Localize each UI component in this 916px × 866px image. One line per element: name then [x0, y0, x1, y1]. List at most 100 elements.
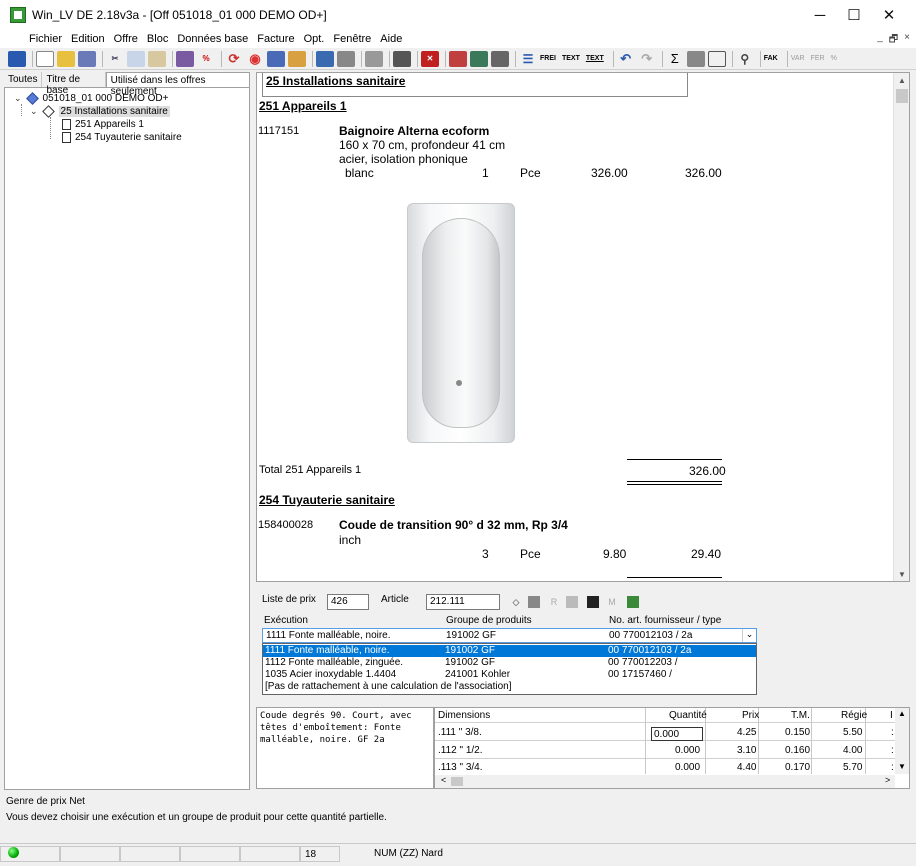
close-button[interactable]: ✕: [866, 0, 912, 30]
tree-node-leaf[interactable]: 251 Appareils 1: [62, 119, 144, 130]
chevron-down-icon[interactable]: ⌄: [742, 629, 756, 642]
tab-utilise-offres[interactable]: Utilisé dans les offres seulement: [105, 72, 250, 97]
grid-cell-editing[interactable]: 0.000: [651, 727, 703, 741]
frei-button[interactable]: FREI: [540, 55, 556, 62]
grid-cell[interactable]: 5.70: [843, 762, 862, 773]
copy-article-icon[interactable]: [566, 596, 578, 608]
fak-button[interactable]: FAK: [764, 55, 778, 62]
grid-cell[interactable]: 0.160: [785, 745, 810, 756]
menu-donnees-base[interactable]: Données base: [177, 33, 248, 45]
column-header-dimensions[interactable]: Dimensions: [438, 710, 490, 721]
grid-cell[interactable]: .112 " 1/2.: [438, 745, 483, 756]
save-article-icon[interactable]: [587, 596, 599, 608]
menu-offre[interactable]: Offre: [114, 33, 138, 45]
new-document-icon[interactable]: [36, 50, 54, 67]
grid-cell[interactable]: 4.40: [737, 762, 756, 773]
menu-edition[interactable]: Edition: [71, 33, 105, 45]
scroll-thumb[interactable]: [896, 89, 908, 103]
search-icon[interactable]: ⚲: [736, 51, 754, 67]
delete-icon[interactable]: ✕: [421, 50, 439, 67]
column-header-tm[interactable]: T.M.: [791, 710, 810, 721]
chevron-down-icon[interactable]: ⌄: [30, 106, 38, 117]
user-icon[interactable]: [393, 50, 411, 67]
mdi-close-button[interactable]: ×: [904, 32, 910, 49]
menu-bloc[interactable]: Bloc: [147, 33, 168, 45]
description-memo[interactable]: Coude degrés 90. Court, avec têtes d'emb…: [256, 707, 434, 789]
folder-chart-icon[interactable]: [288, 50, 306, 67]
tag-icon[interactable]: [176, 50, 194, 67]
calc-icon[interactable]: [627, 596, 639, 608]
tree-node-root[interactable]: ⌄ 051018_01 000 DEMO OD+: [14, 92, 168, 105]
discount-icon[interactable]: %: [197, 51, 215, 67]
doc-arrow-icon[interactable]: [491, 50, 509, 67]
percent-button[interactable]: %: [831, 55, 837, 62]
tree-node-section[interactable]: ⌄ 25 Installations sanitaire: [30, 105, 170, 118]
document-view[interactable]: 25 Installations sanitaire 251 Appareils…: [256, 72, 910, 582]
grid-cell[interactable]: 0.150: [785, 727, 810, 738]
tab-titre-de-base[interactable]: Titre de base: [42, 72, 106, 96]
grid-hscrollbar[interactable]: < >: [435, 775, 895, 788]
grid-cell[interactable]: 0.170: [785, 762, 810, 773]
r-button[interactable]: R: [548, 596, 560, 608]
grid-cell[interactable]: 3.10: [737, 745, 756, 756]
chevron-down-icon[interactable]: ⌄: [14, 93, 22, 104]
menu-fenetre[interactable]: Fenêtre: [333, 33, 371, 45]
article-tag-icon[interactable]: ◇: [510, 596, 522, 608]
doc-list-icon[interactable]: [686, 50, 705, 67]
preview-icon[interactable]: [707, 50, 726, 67]
fer-button[interactable]: FER: [811, 55, 825, 62]
calculator-icon[interactable]: [267, 50, 285, 67]
column-header-quantite[interactable]: Quantité: [669, 710, 707, 721]
menu-fichier[interactable]: Fichier: [29, 33, 62, 45]
execution-combobox[interactable]: 1111 Fonte malléable, noire. 191002 GF 0…: [262, 628, 757, 643]
article-input[interactable]: 212.111: [426, 594, 500, 610]
open-folder-icon[interactable]: [57, 50, 75, 67]
grid-cell[interactable]: 0.000: [675, 745, 700, 756]
save-icon[interactable]: [78, 50, 96, 67]
scroll-down-icon[interactable]: ▼: [894, 567, 910, 581]
grid-cell[interactable]: 4.00: [843, 745, 862, 756]
scroll-up-icon[interactable]: ▲: [894, 73, 910, 87]
print-icon[interactable]: [337, 50, 355, 67]
column-header-prix[interactable]: Prix: [742, 710, 759, 721]
tab-toutes[interactable]: Toutes: [4, 72, 43, 87]
scroll-down-icon[interactable]: ▼: [898, 762, 906, 771]
dropdown-option[interactable]: 1111 Fonte malléable, noire. 191002 GF 0…: [263, 645, 756, 657]
grid-cell[interactable]: 0.000: [675, 762, 700, 773]
refresh-icon[interactable]: ⟳: [225, 51, 243, 67]
article-list-icon[interactable]: [528, 596, 540, 608]
monitor-icon[interactable]: [316, 50, 334, 67]
price-list-input[interactable]: 426: [327, 594, 369, 610]
scroll-up-icon[interactable]: ▲: [898, 709, 906, 718]
tree-icon[interactable]: [470, 50, 488, 67]
paste-icon[interactable]: [148, 50, 166, 67]
mdi-restore-button[interactable]: 🗗: [889, 32, 898, 49]
dropdown-option[interactable]: [Pas de rattachement à une calculation d…: [263, 681, 756, 693]
grid-cell[interactable]: .111 " 3/8.: [438, 727, 482, 738]
chart-icon[interactable]: [449, 50, 467, 67]
undo-icon[interactable]: ↶: [617, 51, 635, 67]
grid-vscrollbar[interactable]: ▲ ▼: [895, 708, 909, 774]
menu-aide[interactable]: Aide: [380, 33, 402, 45]
column-header-extra[interactable]: I: [890, 710, 893, 721]
lifebuoy-icon[interactable]: ◉: [246, 51, 264, 67]
menu-facture[interactable]: Facture: [257, 33, 294, 45]
dropdown-option[interactable]: 1112 Fonte malléable, zinguée. 191002 GF…: [263, 657, 756, 669]
list-indent-icon[interactable]: ☰: [519, 51, 537, 67]
grid-cell[interactable]: 4.25: [737, 727, 756, 738]
var-button[interactable]: VAR: [791, 55, 805, 62]
mdi-minimize-button[interactable]: _: [877, 32, 883, 49]
grid-cell[interactable]: :: [891, 745, 894, 756]
scroll-thumb[interactable]: [451, 777, 463, 786]
dropdown-option[interactable]: 1035 Acier inoxydable 1.4404 241001 Kohl…: [263, 669, 756, 681]
menu-opt[interactable]: Opt.: [304, 33, 325, 45]
tree-node-leaf[interactable]: 254 Tuyauterie sanitaire: [62, 132, 182, 143]
dimensions-grid[interactable]: Dimensions Quantité Prix T.M. Régie I .1…: [434, 707, 910, 789]
grid-cell[interactable]: :: [891, 727, 894, 738]
document-scrollbar[interactable]: ▲ ▼: [893, 73, 909, 581]
column-header-regie[interactable]: Régie: [841, 710, 867, 721]
scroll-right-icon[interactable]: >: [885, 775, 890, 785]
grid-cell[interactable]: 5.50: [843, 727, 862, 738]
text-underline-button[interactable]: TEXT: [586, 55, 604, 62]
scroll-left-icon[interactable]: <: [441, 775, 446, 785]
